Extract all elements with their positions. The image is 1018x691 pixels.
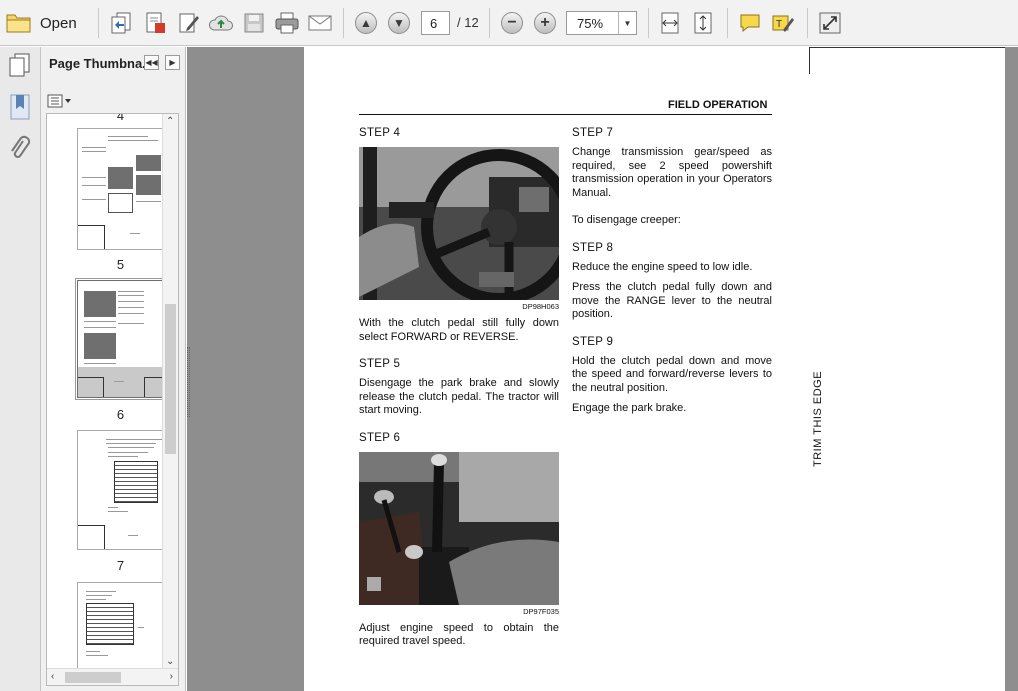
zoom-select[interactable]: 75% ▼ bbox=[566, 11, 637, 35]
next-page-button[interactable]: ▼ bbox=[386, 10, 412, 36]
svg-text:T: T bbox=[776, 19, 782, 30]
steering-wheel-photo bbox=[359, 147, 559, 300]
pdf-page: FIELD OPERATION STEP 4 DP98H063 With the… bbox=[304, 47, 1005, 691]
save-icon[interactable] bbox=[241, 10, 267, 36]
thumbnail-page-7[interactable] bbox=[77, 430, 164, 550]
thumbnail-label: 4 bbox=[116, 113, 125, 123]
section-header: FIELD OPERATION bbox=[668, 99, 768, 111]
fit-page-icon[interactable] bbox=[690, 10, 716, 36]
step-text: Press the clutch pedal fully down and mo… bbox=[572, 281, 772, 320]
chevron-up-icon[interactable]: ⌃ bbox=[166, 116, 174, 127]
step-heading: STEP 5 bbox=[359, 358, 401, 370]
previous-page-button[interactable]: ▲ bbox=[353, 10, 379, 36]
email-icon[interactable] bbox=[307, 10, 333, 36]
chevron-left-icon[interactable]: ‹ bbox=[51, 671, 54, 682]
fit-width-icon[interactable] bbox=[657, 10, 683, 36]
collapse-pane-button[interactable]: ◀◀ bbox=[144, 55, 159, 70]
step-text: Disengage the park brake and slowly rele… bbox=[359, 377, 559, 416]
zoom-out-button[interactable]: − bbox=[499, 10, 525, 36]
horizontal-scroll-thumb[interactable] bbox=[65, 672, 121, 683]
vertical-scroll-thumb[interactable] bbox=[165, 304, 176, 454]
thumbnail-list: 4 5 6 7 ⌃ ⌄ ‹ › bbox=[46, 113, 179, 686]
thumbnail-page-5[interactable] bbox=[77, 128, 164, 250]
plus-icon: + bbox=[534, 12, 556, 34]
minus-icon: − bbox=[501, 12, 523, 34]
step-text: Reduce the engine speed to low idle. bbox=[572, 260, 753, 273]
zoom-value: 75% bbox=[577, 16, 604, 31]
toolbar-separator bbox=[489, 8, 490, 38]
toolbar-separator bbox=[648, 8, 649, 38]
page-total-label: / 12 bbox=[457, 15, 479, 30]
step-text: Hold the clutch pedal down and move the … bbox=[572, 354, 772, 394]
trim-mark bbox=[809, 47, 810, 74]
highlight-icon[interactable]: T bbox=[770, 10, 796, 36]
step-text: Change transmission gear/speed as requir… bbox=[572, 146, 772, 199]
photo-caption: DP97F035 bbox=[523, 606, 559, 616]
photo-caption: DP98H063 bbox=[522, 302, 559, 311]
thumbnail-label: 6 bbox=[116, 407, 125, 422]
chevron-down-icon: ▼ bbox=[618, 12, 636, 34]
arrow-up-icon: ▲ bbox=[355, 12, 377, 34]
print-icon[interactable] bbox=[274, 10, 300, 36]
options-menu-icon bbox=[47, 94, 71, 108]
toolbar-separator bbox=[343, 8, 344, 38]
arrow-down-icon: ▼ bbox=[388, 12, 410, 34]
attachment-icon[interactable] bbox=[9, 135, 31, 166]
chevron-down-icon[interactable]: ⌄ bbox=[166, 656, 174, 667]
step-heading: STEP 4 bbox=[359, 127, 401, 139]
step-heading: STEP 7 bbox=[572, 127, 614, 139]
pane-resize-handle[interactable] bbox=[187, 347, 190, 417]
left-column: STEP 4 DP98H063 With the clutch pedal st… bbox=[359, 127, 559, 649]
page-thumbnails-pane: Page Thumbna... ◀◀ ▶ 4 5 6 7 ⌃ ⌄ ‹ › bbox=[41, 47, 186, 691]
toolbar-separator bbox=[807, 8, 808, 38]
upload-cloud-icon[interactable] bbox=[208, 10, 234, 36]
right-column: STEP 7 Change transmission gear/speed as… bbox=[572, 127, 772, 416]
step-text: With the clutch pedal still fully down s… bbox=[359, 317, 559, 343]
create-pdf-icon[interactable] bbox=[108, 10, 134, 36]
open-label: Open bbox=[40, 14, 77, 32]
toolbar-separator bbox=[98, 8, 99, 38]
step-heading: STEP 8 bbox=[572, 241, 614, 254]
fullscreen-icon[interactable] bbox=[817, 10, 843, 36]
convert-pdf-icon[interactable] bbox=[142, 10, 168, 36]
thumbnail-page-6[interactable] bbox=[75, 278, 166, 400]
thumbnail-options-button[interactable] bbox=[47, 93, 73, 109]
trim-label: TRIM THIS EDGE bbox=[812, 370, 824, 467]
open-button[interactable]: Open bbox=[6, 10, 86, 36]
step-heading: STEP 9 bbox=[572, 335, 614, 348]
creeper-text: To disengage creeper: bbox=[572, 214, 681, 226]
pane-title: Page Thumbna... bbox=[49, 56, 154, 71]
trim-mark bbox=[809, 47, 1005, 48]
comment-icon[interactable] bbox=[737, 10, 763, 36]
toolbar-separator bbox=[727, 8, 728, 38]
thumbnail-vertical-scrollbar[interactable]: ⌃ ⌄ bbox=[162, 114, 178, 669]
chevron-right-icon[interactable]: › bbox=[170, 671, 173, 682]
page-thumbnails-icon[interactable] bbox=[6, 51, 34, 82]
gear-lever-photo bbox=[359, 451, 559, 605]
step-text: Adjust engine speed to obtain the requir… bbox=[359, 621, 559, 648]
document-viewer[interactable]: FIELD OPERATION STEP 4 DP98H063 With the… bbox=[187, 47, 1018, 691]
edit-pdf-icon[interactable] bbox=[176, 10, 202, 36]
main-toolbar: Open ▲ ▼ / 12 − + 75% ▼ bbox=[0, 0, 1018, 46]
folder-icon bbox=[6, 11, 32, 36]
thumbnail-label: 5 bbox=[116, 257, 125, 272]
chevron-right-icon: ▶ bbox=[169, 58, 176, 67]
step-heading: STEP 6 bbox=[359, 431, 401, 444]
thumbnail-page-8[interactable] bbox=[77, 582, 164, 682]
bookmark-icon[interactable] bbox=[8, 93, 32, 124]
double-chevron-left-icon: ◀◀ bbox=[145, 58, 158, 67]
pane-forward-button[interactable]: ▶ bbox=[165, 55, 180, 70]
header-rule bbox=[359, 114, 772, 115]
thumbnail-horizontal-scrollbar[interactable]: ‹ › bbox=[47, 668, 178, 685]
zoom-in-button[interactable]: + bbox=[532, 10, 558, 36]
step-text: Engage the park brake. bbox=[572, 402, 687, 414]
page-number-input[interactable] bbox=[421, 11, 450, 35]
thumbnail-label: 7 bbox=[116, 558, 125, 573]
navigation-rail bbox=[0, 47, 41, 691]
